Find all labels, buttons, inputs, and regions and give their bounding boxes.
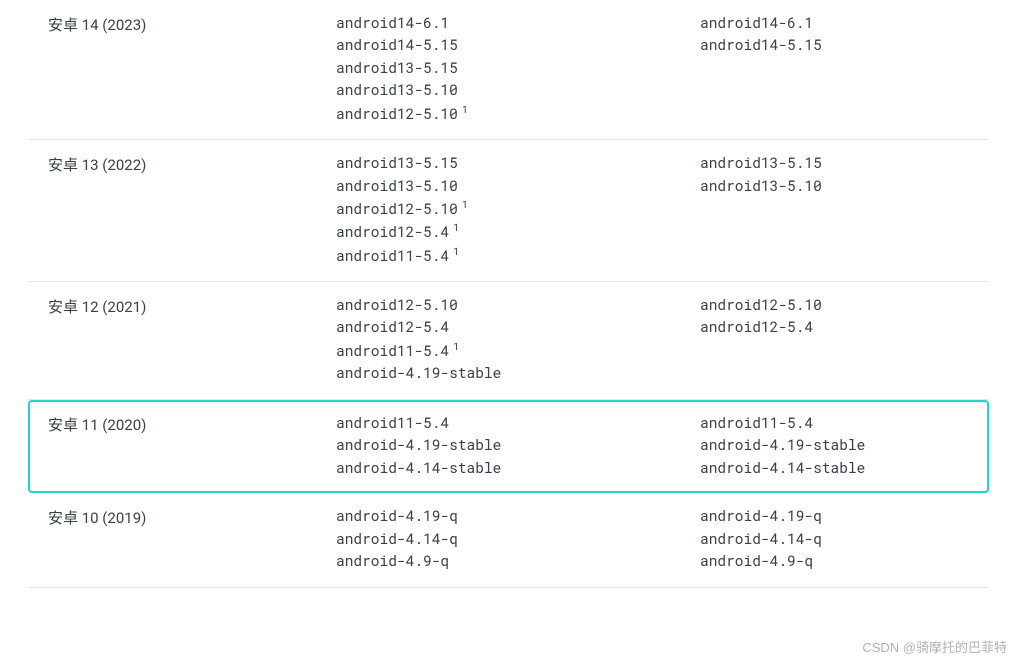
kernel-version-item: android12-5.10 — [336, 294, 700, 316]
kernel-version-item: android-4.19-q — [336, 505, 700, 527]
kernel-version-item: android-4.14-stable — [336, 457, 700, 479]
kernel-version-item: android-4.19-q — [700, 505, 969, 527]
platform-release-label: 安卓 14 (2023) — [48, 12, 336, 125]
feature-kernel-list: android13-5.15android13-5.10 — [700, 152, 969, 267]
platform-release-label: 安卓 10 (2019) — [48, 505, 336, 572]
footnote-marker: 1 — [453, 221, 459, 234]
kernel-version-item: android14-6.1 — [336, 12, 700, 34]
table-row: 安卓 12 (2021)android12-5.10android12-5.4a… — [28, 282, 989, 400]
feature-kernel-list: android14-6.1android14-5.15 — [700, 12, 969, 125]
kernel-version-item: android-4.14-q — [336, 528, 700, 550]
table-row: 安卓 14 (2023)android14-6.1android14-5.15a… — [28, 0, 989, 140]
kernel-version-item: android13-5.10 — [336, 79, 700, 101]
kernel-version-item: android-4.14-stable — [700, 457, 969, 479]
feature-kernel-list: android11-5.4android-4.19-stableandroid-… — [700, 412, 969, 479]
footnote-marker: 1 — [462, 198, 468, 211]
kernel-version-item: android13-5.15 — [336, 57, 700, 79]
platform-release-label: 安卓 11 (2020) — [48, 412, 336, 479]
kernel-version-item: android-4.9-q — [700, 550, 969, 572]
launch-kernel-list: android13-5.15android13-5.10android12-5.… — [336, 152, 700, 267]
kernel-version-item: android13-5.10 — [336, 175, 700, 197]
kernel-version-item: android12-5.10 — [700, 294, 969, 316]
kernel-version-item: android13-5.15 — [336, 152, 700, 174]
kernel-version-item: android-4.19-stable — [336, 434, 700, 456]
feature-kernel-list: android-4.19-qandroid-4.14-qandroid-4.9-… — [700, 505, 969, 572]
platform-release-label: 安卓 13 (2022) — [48, 152, 336, 267]
launch-kernel-list: android-4.19-qandroid-4.14-qandroid-4.9-… — [336, 505, 700, 572]
launch-kernel-list: android12-5.10android12-5.4android11-5.4… — [336, 294, 700, 385]
kernel-version-item: android-4.19-stable — [336, 362, 700, 384]
kernel-version-item: android11-5.4 — [336, 412, 700, 434]
footnote-marker: 1 — [453, 340, 459, 353]
kernel-version-item: android12-5.4 — [700, 316, 969, 338]
kernel-version-item: android12-5.4 — [336, 316, 700, 338]
launch-kernel-list: android11-5.4android-4.19-stableandroid-… — [336, 412, 700, 479]
feature-kernel-list: android12-5.10android12-5.4 — [700, 294, 969, 385]
kernel-version-item: android14-6.1 — [700, 12, 969, 34]
kernel-version-item: android-4.19-stable — [700, 434, 969, 456]
kernel-version-item: android14-5.15 — [336, 34, 700, 56]
kernel-version-item: android11-5.41 — [336, 339, 700, 362]
kernel-version-item: android12-5.101 — [336, 197, 700, 220]
kernel-version-item: android12-5.101 — [336, 102, 700, 125]
table-row: 安卓 11 (2020)android11-5.4android-4.19-st… — [28, 400, 989, 493]
kernel-version-item: android-4.14-q — [700, 528, 969, 550]
kernel-version-table: 安卓 14 (2023)android14-6.1android14-5.15a… — [0, 0, 1017, 588]
kernel-version-item: android-4.9-q — [336, 550, 700, 572]
watermark-text: CSDN @骑摩托的巴菲特 — [862, 637, 1007, 656]
platform-release-label: 安卓 12 (2021) — [48, 294, 336, 385]
table-row: 安卓 13 (2022)android13-5.15android13-5.10… — [28, 140, 989, 282]
footnote-marker: 1 — [462, 103, 468, 116]
kernel-version-item: android11-5.4 — [700, 412, 969, 434]
table-row: 安卓 10 (2019)android-4.19-qandroid-4.14-q… — [28, 493, 989, 587]
kernel-version-item: android13-5.10 — [700, 175, 969, 197]
kernel-version-item: android11-5.41 — [336, 244, 700, 267]
footnote-marker: 1 — [453, 245, 459, 258]
kernel-version-item: android13-5.15 — [700, 152, 969, 174]
kernel-version-item: android14-5.15 — [700, 34, 969, 56]
kernel-version-item: android12-5.41 — [336, 220, 700, 243]
launch-kernel-list: android14-6.1android14-5.15android13-5.1… — [336, 12, 700, 125]
